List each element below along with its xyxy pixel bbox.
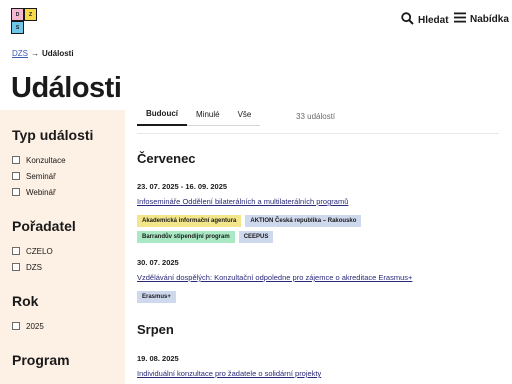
search-button[interactable]: Hledat	[401, 12, 449, 28]
tag-row: Akademická informační agentura AKTION Če…	[137, 215, 362, 227]
tab-past[interactable]: Minulé	[187, 110, 229, 126]
filter-sidebar: Typ události Konzultace Seminář Webinář …	[0, 110, 125, 384]
event-title-link[interactable]: Individuální konzultace pro žadatele o s…	[137, 369, 321, 378]
tab-all[interactable]: Vše	[228, 110, 261, 126]
event-count: 33 událostí	[296, 112, 336, 121]
month-heading: Srpen	[137, 322, 174, 337]
filter-title-organizer: Pořadatel	[12, 218, 76, 234]
tag-erasmus[interactable]: Erasmus+	[137, 291, 176, 303]
filter-option-label: Konzultace	[26, 155, 66, 165]
breadcrumb: DZS → Události	[12, 49, 74, 58]
tag-aia[interactable]: Akademická informační agentura	[137, 215, 242, 227]
event-date: 23. 07. 2025 - 16. 09. 2025	[137, 182, 228, 191]
tab-future[interactable]: Budoucí	[137, 109, 187, 126]
filter-option-label: DZS	[26, 262, 42, 272]
month-heading: Červenec	[137, 151, 196, 166]
dzs-logo[interactable]: D Z S	[11, 8, 37, 34]
filter-option-label: 2025	[26, 321, 44, 331]
event-date: 19. 08. 2025	[137, 354, 179, 363]
breadcrumb-current: Události	[42, 49, 74, 58]
filter-option-czelo[interactable]: CZELO	[12, 243, 125, 259]
hamburger-icon	[454, 12, 466, 26]
logo-letter-z: Z	[24, 8, 37, 21]
event-title-link[interactable]: Vzdělávání dospělých: Konzultační odpole…	[137, 273, 412, 282]
tag-barrand[interactable]: Barrandův stipendijní program	[137, 231, 235, 243]
menu-button[interactable]: Nabídka	[454, 12, 509, 26]
event-title-link[interactable]: Infosemináře Oddělení bilaterálních a mu…	[137, 197, 348, 206]
logo-letter-d: D	[11, 8, 24, 21]
filter-title-year: Rok	[12, 293, 39, 309]
breadcrumb-home-link[interactable]: DZS	[12, 49, 28, 58]
page-title: Události	[11, 72, 122, 104]
checkbox[interactable]	[12, 156, 20, 164]
filter-option-webinar[interactable]: Webinář	[12, 184, 125, 200]
checkbox[interactable]	[12, 188, 20, 196]
search-icon	[401, 12, 414, 28]
filter-option-2025[interactable]: 2025	[12, 318, 125, 334]
checkbox[interactable]	[12, 172, 20, 180]
logo-letter-s: S	[11, 21, 24, 34]
event-tabs: Budoucí Minulé Vše	[137, 108, 261, 126]
logo-blank	[24, 21, 37, 34]
event-date: 30. 07. 2025	[137, 258, 179, 267]
tag-ceepus[interactable]: CEEPUS	[238, 231, 274, 243]
checkbox[interactable]	[12, 322, 20, 330]
breadcrumb-arrow: →	[31, 49, 39, 58]
tag-row: Barrandův stipendijní program CEEPUS	[137, 231, 274, 243]
filter-option-seminar[interactable]: Seminář	[12, 168, 125, 184]
tag-row: Erasmus+	[137, 291, 176, 303]
filter-option-dzs[interactable]: DZS	[12, 259, 125, 275]
search-label: Hledat	[418, 14, 449, 26]
filter-title-type: Typ události	[12, 127, 94, 143]
filter-option-label: Seminář	[26, 171, 56, 181]
filter-title-program: Program	[12, 352, 70, 368]
filter-option-konzultace[interactable]: Konzultace	[12, 152, 125, 168]
divider	[137, 133, 499, 134]
checkbox[interactable]	[12, 247, 20, 255]
checkbox[interactable]	[12, 263, 20, 271]
filter-option-label: CZELO	[26, 246, 53, 256]
tag-aktion[interactable]: AKTION Česká republika – Rakousko	[245, 215, 362, 227]
menu-label: Nabídka	[470, 13, 509, 25]
filter-option-label: Webinář	[26, 187, 56, 197]
